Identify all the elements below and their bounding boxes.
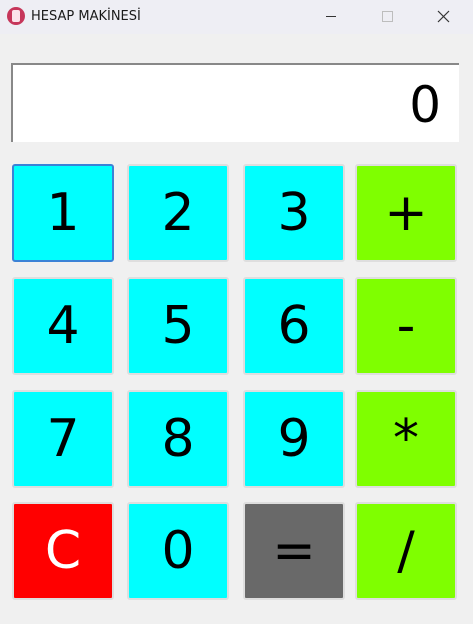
plus-button[interactable]: +	[355, 164, 457, 262]
result-display[interactable]: 0	[11, 63, 459, 142]
multiply-button[interactable]: *	[355, 390, 457, 488]
key-5-button[interactable]: 5	[127, 277, 229, 375]
divide-button[interactable]: /	[355, 502, 457, 600]
equals-button[interactable]: =	[243, 502, 345, 600]
calculator-icon	[7, 7, 25, 25]
close-button[interactable]	[416, 0, 470, 34]
minimize-icon	[326, 16, 336, 17]
title-bar[interactable]: HESAP MAKİNESİ	[0, 0, 473, 34]
maximize-button	[360, 0, 414, 34]
key-2-button[interactable]: 2	[127, 164, 229, 262]
minus-button[interactable]: -	[355, 277, 457, 375]
key-3-button[interactable]: 3	[243, 164, 345, 262]
maximize-icon	[382, 11, 393, 22]
key-4-button[interactable]: 4	[12, 277, 114, 375]
window-title: HESAP MAKİNESİ	[31, 9, 141, 24]
key-1-button[interactable]: 1	[12, 164, 114, 262]
key-0-button[interactable]: 0	[127, 502, 229, 600]
display-value: 0	[409, 76, 441, 134]
clear-button[interactable]: C	[12, 502, 114, 600]
key-6-button[interactable]: 6	[243, 277, 345, 375]
minimize-button[interactable]	[304, 0, 358, 34]
key-8-button[interactable]: 8	[127, 390, 229, 488]
key-7-button[interactable]: 7	[12, 390, 114, 488]
key-9-button[interactable]: 9	[243, 390, 345, 488]
close-icon	[437, 10, 450, 23]
